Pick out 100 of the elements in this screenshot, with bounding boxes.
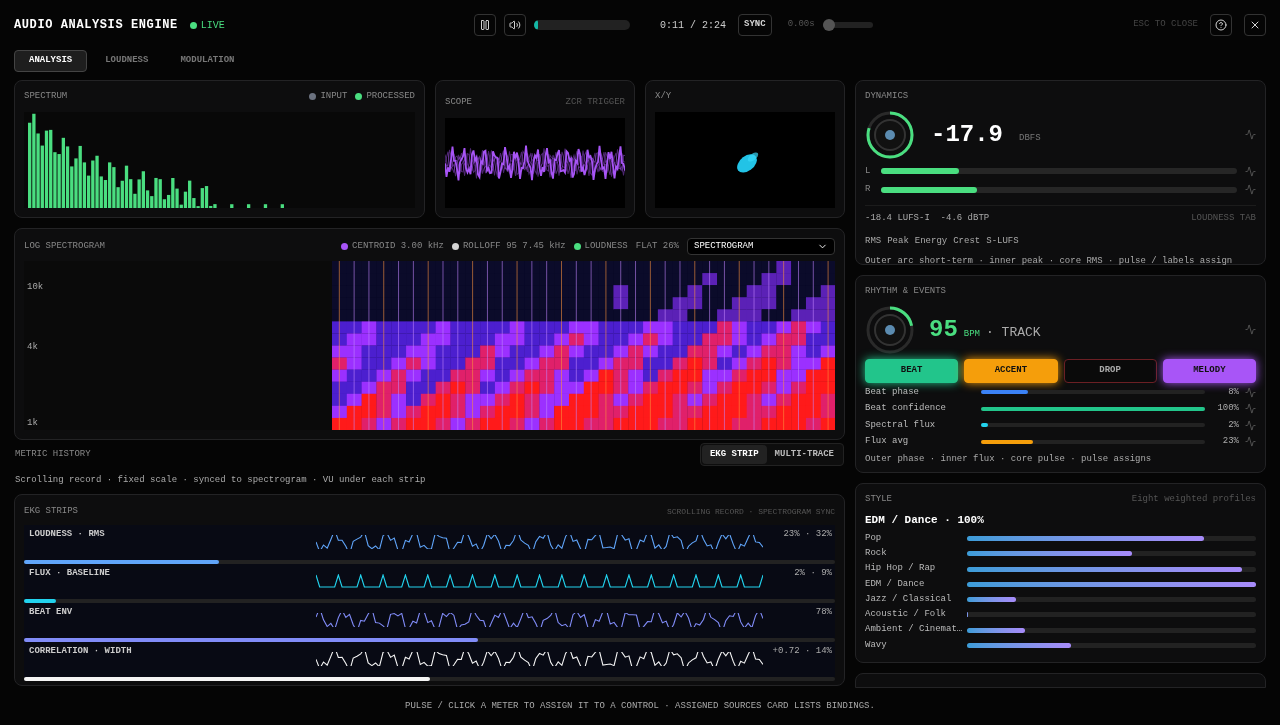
tab[interactable]: LOUDNESS [91,50,163,72]
strip-reading: +0.72 · 14% [771,644,833,658]
pulse-icon[interactable] [1245,386,1256,398]
axis-label: 10k [27,281,45,294]
pulse-icon[interactable] [1245,324,1256,335]
view-select[interactable]: SPECTROGRAM [687,238,835,255]
card-title: SCOPE [445,96,472,109]
card-note: Outer arc short-term · inner peak · core RMS · pulse / labels assign [865,254,1234,268]
speaker-icon [509,19,521,31]
legend-label: ROLLOFF 95 7.45 kHz [462,239,566,253]
dial-drawing [865,109,915,160]
strip-reading: 2% · 9% [793,566,833,580]
meter-reading: 23% [1221,435,1239,448]
meter-label: Beat phase [865,385,920,399]
profile-label: Rock [865,547,888,561]
tempo-mode: · TRACK [986,323,1041,342]
trigger-label: ZCR TRIGGER [565,96,625,109]
channel-meter[interactable] [881,168,1237,175]
profile-label: Acoustic / Folk [865,608,947,622]
pulse-icon[interactable] [1245,129,1256,140]
latency-slider[interactable] [822,19,873,31]
legend-label: LOUDNESS [584,239,628,253]
help-button[interactable] [1210,14,1232,36]
strip-label: LOUDNESS · RMS [28,527,106,541]
app-title: AUDIO ANALYSIS ENGINE [14,17,178,34]
meter-label: Flux avg [865,435,910,448]
playback-progress[interactable] [534,20,630,30]
tab[interactable]: MODULATION [166,50,249,72]
section-subtitle: Scrolling record · fixed scale · synced to spectrogram · VU under each strip [15,474,427,487]
card-title: DYNAMICS [865,90,910,103]
dial-drawing [865,304,915,355]
card-title: STYLE [865,493,892,506]
playback-time: 0:11 / 2:24 [660,18,726,33]
event-button[interactable]: MELODY [1162,358,1256,383]
pulse-icon[interactable] [1245,165,1256,177]
bpm-value: 95 [929,314,958,345]
event-button[interactable]: ACCENT [964,358,1058,383]
profile-label: Hip Hop / Rap [865,562,937,576]
card-title: SPECTRUM [24,90,68,103]
profile-label: EDM / Dance [865,577,926,591]
channel-meter[interactable] [881,186,1237,193]
meter-reading: 2% [1227,418,1239,432]
section-title: METRIC HISTORY [15,447,91,461]
profile-label: Wavy [865,638,888,652]
strip-reading: 23% · 32% [782,527,833,541]
legend-label: PROCESSED [366,90,415,103]
metric-label[interactable]: Crest [953,235,981,249]
event-button[interactable]: BEAT [865,358,959,383]
card-note: Outer phase · inner flux · core pulse · pulse assigns [865,452,1153,466]
pulse-icon[interactable] [1245,184,1256,196]
strip-label: FLUX · BASELINE [28,566,111,580]
pulse-icon[interactable] [1245,403,1256,415]
axis-label: 4k [27,340,39,354]
bpm-unit: BPM [963,327,980,341]
latency-reading: 0.00s [787,18,815,32]
metric-label[interactable]: RMS [865,235,882,249]
pulse-icon[interactable] [1245,419,1256,431]
level-unit: DBFS [1019,131,1041,145]
play-pause-button[interactable] [474,14,496,36]
meter-reading: 100% [1216,402,1239,415]
card-hint: Eight weighted profiles [1131,493,1256,506]
metric-label[interactable]: Peak [887,235,909,249]
meter-label: Beat confidence [865,402,947,415]
strip-label: CORRELATION · WIDTH [28,644,133,658]
metric-label[interactable]: Energy [914,235,948,249]
event-button[interactable]: DROP [1063,358,1157,383]
mode-option[interactable]: MULTI-TRACE [766,444,842,464]
axis-label: 1k [27,416,39,430]
flatness-label: FLAT 26% [635,239,679,253]
meter-reading: 8% [1227,385,1239,399]
profile-label: Pop [865,531,883,545]
tab[interactable]: ANALYSIS [14,50,88,72]
profile-label: Jazz / Classical [865,592,953,606]
profile-label: Ambient / Cinemat… [865,623,964,637]
channel-label: L [865,164,872,178]
strip-label: BEAT ENV [28,605,74,619]
help-icon [1215,19,1227,31]
footer-hint: PULSE / CLICK A METER TO ASSIGN IT TO A CONTROL · ASSIGNED SOURCES CARD LISTS BINDINGS. [405,699,875,713]
live-label: LIVE [200,18,225,33]
meter-label: Spectral flux [865,418,937,432]
volume-button[interactable] [504,14,526,36]
card-title: EKG STRIPS [24,505,78,518]
close-button[interactable] [1244,14,1266,36]
strip-reading: 78% [814,605,833,619]
card-subtitle: SCROLLING RECORD · SPECTROGRAM SYNC [666,505,835,518]
legend-label: INPUT [320,90,348,103]
pulse-icon[interactable] [1245,436,1256,448]
sync-button[interactable]: SYNC [738,14,772,36]
level-value: -17.9 [931,119,1003,150]
pause-icon [479,19,491,31]
card-title: RHYTHM & EVENTS [865,285,947,298]
top-style: EDM / Dance · 100% [865,512,985,528]
card-title: X/Y [655,90,673,103]
channel-label: R [865,183,872,196]
metric-label[interactable]: S-LUFS [986,235,1019,249]
legend-label: CENTROID 3.00 kHz [352,239,444,253]
mode-option[interactable]: EKG STRIP [701,444,767,464]
slider-thumb[interactable] [822,19,835,31]
loudness-stats: -18.4 LUFS-I -4.6 dBTP [865,211,990,225]
card-title: LOG SPECTROGRAM [24,239,105,253]
